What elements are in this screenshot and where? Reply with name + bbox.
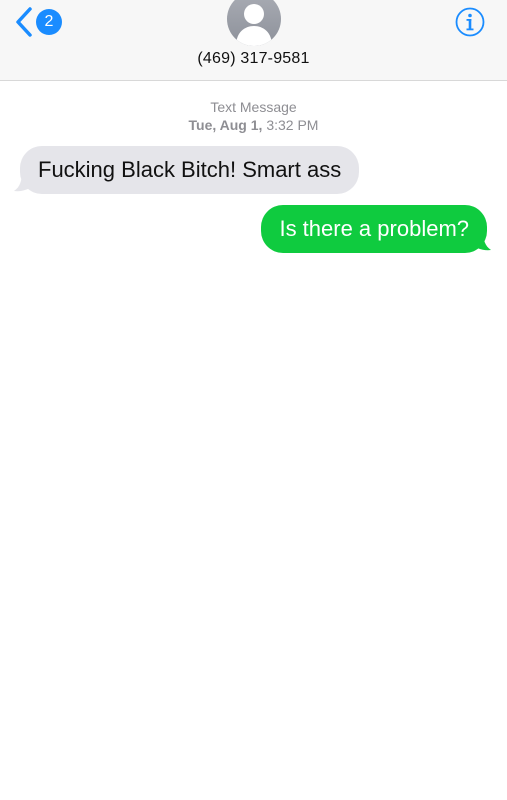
info-icon[interactable]	[455, 7, 485, 37]
conversation-header: 2 (469) 317-9581	[0, 0, 507, 81]
incoming-message-bubble[interactable]: Fucking Black Bitch! Smart ass	[20, 146, 360, 194]
person-silhouette-icon	[236, 4, 272, 46]
chevron-left-icon	[16, 7, 32, 37]
message-timestamp: Text Message Tue, Aug 1, 3:32 PM	[0, 98, 507, 134]
back-button[interactable]: 2	[14, 6, 68, 38]
contact-phone-number[interactable]: (469) 317-9581	[0, 50, 507, 68]
unread-count-badge: 2	[36, 9, 62, 35]
message-time: 3:32 PM	[266, 117, 319, 133]
message-datetime: Tue, Aug 1, 3:32 PM	[0, 116, 507, 134]
contact-avatar[interactable]	[227, 0, 281, 46]
message-date: Tue, Aug 1,	[188, 117, 263, 133]
outgoing-message-bubble[interactable]: Is there a problem?	[261, 205, 487, 253]
message-type-label: Text Message	[210, 99, 297, 115]
